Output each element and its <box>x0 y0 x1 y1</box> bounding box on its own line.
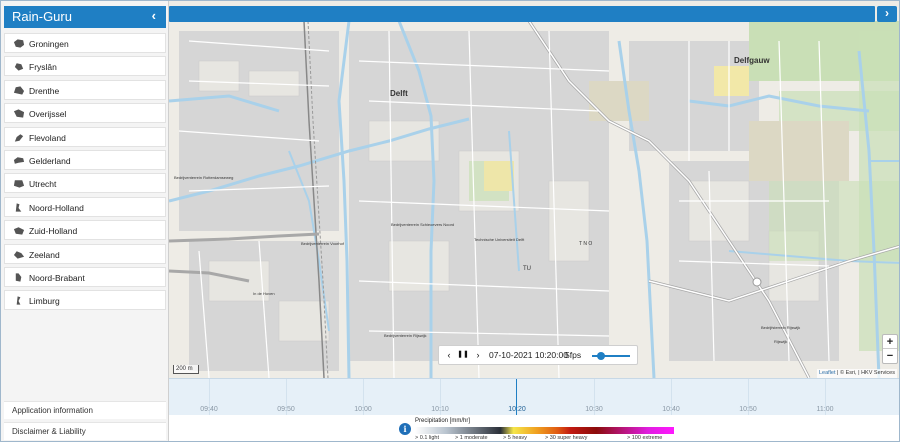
province-item-gelderland[interactable]: Gelderland <box>4 150 166 170</box>
current-datetime: 07-10-2021 10:20:00 <box>489 350 568 360</box>
zeeland-icon <box>13 250 25 259</box>
footer-label: Disclaimer & Liability <box>12 427 86 436</box>
timeline[interactable]: 09:40 09:50 10:00 10:10 10:20 10:30 10:4… <box>169 378 899 416</box>
province-item-zuid-holland[interactable]: Zuid-Holland <box>4 220 166 241</box>
next-frame-button[interactable]: › <box>471 348 485 362</box>
utrecht-icon <box>13 180 25 189</box>
timeline-tick-current: 10:20 <box>508 406 526 413</box>
timeline-tick: 10:40 <box>662 406 680 413</box>
timeline-tick: 10:00 <box>354 406 372 413</box>
map-view[interactable]: Delft Delfgauw TU T N O Technische Unive… <box>169 1 900 378</box>
animation-player: ‹ ❚❚ › 07-10-2021 10:20:00 5fps <box>438 345 638 365</box>
overijssel-icon <box>13 109 25 118</box>
province-item-noord-holland[interactable]: Noord-Holland <box>4 196 166 217</box>
map-label-ind-voorhof: Bedrijventerrein Voorhof <box>301 241 345 246</box>
flevoland-icon <box>14 133 24 142</box>
map-label-delft: Delft <box>390 89 408 98</box>
province-item-noord-brabant[interactable]: Noord-Brabant <box>4 267 166 287</box>
timeline-tick: 10:30 <box>585 406 603 413</box>
timeline-cursor[interactable] <box>516 379 517 416</box>
map-label-ind-west: Bedrijventerrein Rotterdamseweg <box>174 175 233 180</box>
province-item-utrecht[interactable]: Utrecht <box>4 173 166 194</box>
province-label: Zeeland <box>29 249 60 260</box>
province-item-overijssel[interactable]: Overijssel <box>4 103 166 124</box>
fps-label: 5fps <box>565 350 582 360</box>
province-label: Noord-Holland <box>29 202 84 213</box>
app-title: Rain-Guru <box>12 9 72 24</box>
previous-frame-button[interactable]: ‹ <box>442 348 456 362</box>
map-label-delfgauw: Delfgauw <box>734 56 770 65</box>
legend-title: Precipitation [mm/hr] <box>415 418 471 424</box>
map-label-rijswijk: Rijswijk <box>774 339 787 344</box>
zuid-holland-icon <box>13 227 25 235</box>
speed-slider-handle[interactable] <box>597 352 605 360</box>
leaflet-link[interactable]: Leaflet <box>819 370 836 376</box>
timeline-tick: 11:00 <box>816 406 834 413</box>
legend-label: > 30 super heavy <box>545 435 588 441</box>
province-label: Drenthe <box>29 85 60 96</box>
legend-label: > 1 moderate <box>455 435 488 441</box>
map-canvas[interactable]: Delft Delfgauw TU T N O Technische Unive… <box>169 1 900 378</box>
map-label-ind-rijswijk: Bedrijventerrein Rijswijk <box>384 333 426 338</box>
disclaimer-link[interactable]: Disclaimer & Liability <box>4 422 166 440</box>
timeline-tick: 09:40 <box>200 406 218 413</box>
application-information-link[interactable]: Application information <box>4 401 166 419</box>
map-label-ind-schie: Bedrijventerrein Schieoevers Noord <box>391 222 454 227</box>
limburg-icon <box>16 296 21 306</box>
fryslan-icon <box>14 63 24 72</box>
province-item-drenthe[interactable]: Drenthe <box>4 79 166 100</box>
timeline-tick: 10:50 <box>739 406 757 413</box>
province-label: Groningen <box>29 39 69 49</box>
map-attribution: Leaflet | © Esri, | HKV Services <box>817 369 897 378</box>
precipitation-legend: i Precipitation [mm/hr] > 0.1 light > 1 … <box>169 415 899 441</box>
collapse-sidebar-button[interactable]: ‹ <box>152 8 156 23</box>
attribution-text: | © Esri, | HKV Services <box>835 370 895 376</box>
noord-brabant-icon <box>15 273 22 282</box>
province-item-flevoland[interactable]: Flevoland <box>4 126 166 147</box>
groningen-icon <box>13 39 25 48</box>
chevron-right-icon: › <box>885 6 889 20</box>
map-scale: 200 m <box>173 365 199 374</box>
province-item-frysl-n[interactable]: Fryslân <box>4 56 166 77</box>
top-bar <box>169 6 875 22</box>
zoom-in-button[interactable]: + <box>883 335 897 349</box>
gelderland-icon <box>13 157 25 164</box>
legend-color-bar <box>415 427 674 434</box>
timeline-tick: 09:50 <box>277 406 295 413</box>
map-label-tno: T N O <box>579 241 592 247</box>
map-label-ind-koepoort: Bedrijfsterrein Rijswijk <box>761 325 800 330</box>
app-window: Delft Delfgauw TU T N O Technische Unive… <box>0 0 900 442</box>
noord-holland-icon <box>15 203 22 212</box>
province-label: Overijssel <box>29 109 67 120</box>
province-item-limburg[interactable]: Limburg <box>4 290 166 311</box>
province-label: Zuid-Holland <box>29 226 78 237</box>
zoom-out-button[interactable]: − <box>883 349 897 363</box>
sidebar-header: Rain-Guru ‹ <box>4 6 166 28</box>
legend-label: > 100 extreme <box>627 435 663 441</box>
province-item-zeeland[interactable]: Zeeland <box>4 243 166 264</box>
info-icon[interactable]: i <box>399 423 411 435</box>
legend-label: > 0.1 light <box>415 435 440 441</box>
timeline-tick: 10:10 <box>431 406 449 413</box>
drenthe-icon <box>13 86 25 95</box>
expand-panel-button[interactable]: › <box>877 6 897 22</box>
province-item-groningen[interactable]: Groningen <box>4 33 166 53</box>
zoom-control: + − <box>882 334 898 364</box>
province-label: Fryslân <box>29 62 57 73</box>
province-label: Limburg <box>29 296 60 307</box>
province-label: Utrecht <box>29 179 57 190</box>
map-label-tu-campus: Technische Universiteit Delft <box>474 237 525 242</box>
map-label-hoven: In de Hoven <box>253 291 275 296</box>
legend-label: > 5 heavy <box>503 435 528 441</box>
footer-label: Application information <box>12 406 93 415</box>
sidebar: Rain-Guru ‹ Groningen Fryslân Drenthe Overi… <box>1 1 169 441</box>
pause-button[interactable]: ❚❚ <box>456 348 470 362</box>
province-label: Gelderland <box>29 156 71 166</box>
map-label-tu: TU <box>523 266 531 272</box>
province-label: Flevoland <box>29 132 66 143</box>
province-label: Noord-Brabant <box>29 273 85 283</box>
